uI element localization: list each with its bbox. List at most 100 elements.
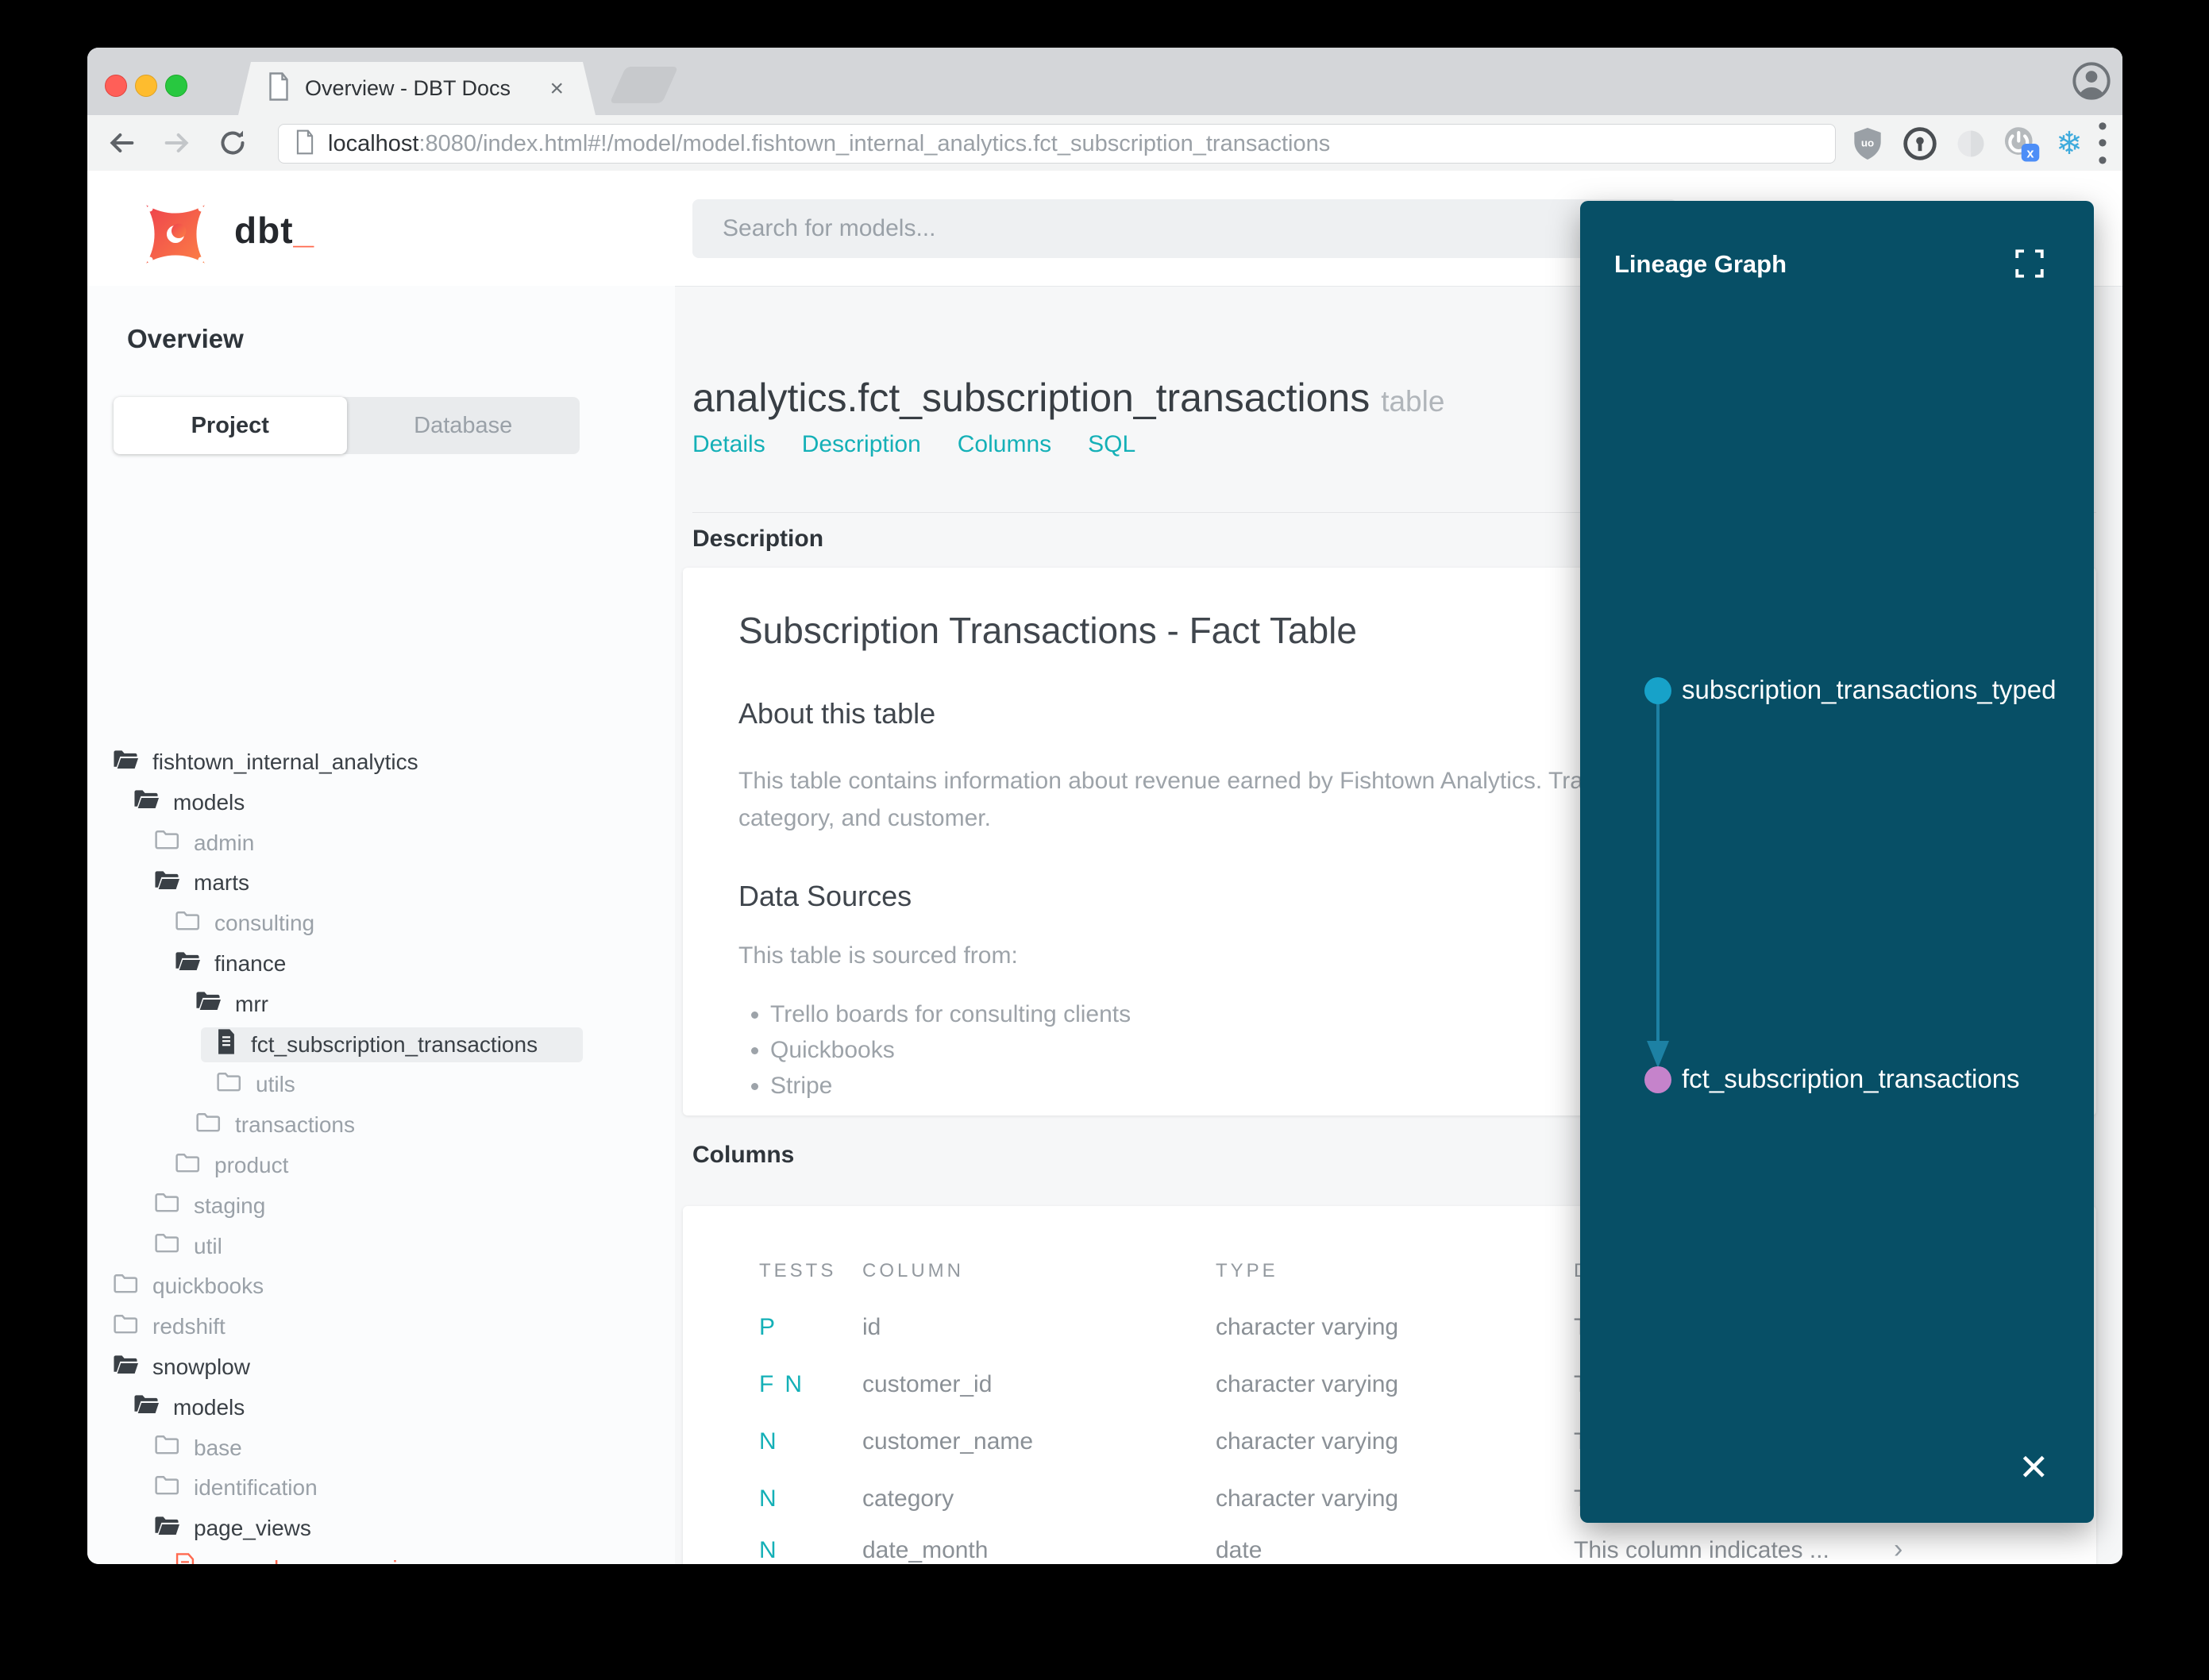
search-input[interactable] (721, 214, 1648, 243)
column-header-type: TYPE (1216, 1260, 1278, 1281)
nav-link-sql[interactable]: SQL (1088, 431, 1135, 458)
fullscreen-expand-icon[interactable] (2013, 247, 2046, 280)
tree-item-label: fct_subscription_transactions (251, 1031, 538, 1057)
tree-item-transactions[interactable]: transactions (194, 1108, 355, 1142)
tree-item-base[interactable]: base (152, 1431, 242, 1466)
lineage-node-dot-fct_subscription_transactions[interactable] (1644, 1066, 1671, 1093)
tree-item-quickbooks[interactable]: quickbooks (111, 1269, 264, 1304)
lineage-node-label[interactable]: subscription_transactions_typed (1682, 675, 2056, 705)
tree-item-label: base (194, 1435, 242, 1460)
tree-item-label: admin (194, 830, 255, 855)
tree-item-snowplow_page_views[interactable]: snowplow_page_views (173, 1551, 437, 1564)
back-button-icon[interactable] (102, 123, 141, 163)
tree-item-util[interactable]: util (152, 1229, 222, 1264)
ublock-shield-icon[interactable]: uo (1847, 123, 1888, 164)
window-zoom-button[interactable] (165, 75, 187, 97)
browser-tab[interactable]: Overview - DBT Docs × (238, 62, 596, 115)
file-tree: fishtown_internal_analyticsmodels admin ma… (87, 286, 675, 1564)
tree-item-consulting[interactable]: consulting (173, 906, 314, 941)
nav-link-description[interactable]: Description (802, 431, 921, 458)
profile-icon[interactable] (2071, 60, 2112, 102)
tree-item-label: consulting (214, 911, 315, 936)
folder-closed-icon (173, 1150, 202, 1181)
about-line-1: This table contains information about re… (738, 768, 1609, 794)
reload-button-icon[interactable] (213, 123, 253, 163)
tree-item-label: staging (194, 1193, 266, 1218)
folder-open-icon (111, 1352, 140, 1383)
tree-item-label: models (173, 789, 245, 815)
tree-item-mrr[interactable]: mrr (194, 987, 268, 1022)
browser-toolbar: localhost:8080/index.html#!/model/model.… (87, 113, 2122, 174)
tree-item-page_views[interactable]: page_views (152, 1511, 311, 1546)
description-section-label: Description (692, 526, 824, 552)
folder-closed-icon (111, 1312, 140, 1343)
dbt-logo-icon (146, 205, 205, 264)
expand-row-chevron-icon[interactable]: › (1894, 1534, 1903, 1564)
tree-item-staging[interactable]: staging (152, 1189, 265, 1223)
tree-item-admin[interactable]: admin (152, 826, 254, 861)
tree-item-label: snowplow_page_views (210, 1556, 437, 1564)
cell-tests-category: N (759, 1485, 788, 1512)
folder-closed-icon (111, 1271, 140, 1302)
browser-window: Overview - DBT Docs × localhost:8080/ind… (87, 48, 2122, 1564)
url-bar[interactable]: localhost:8080/index.html#!/model/model.… (278, 124, 1836, 164)
cell-description-date_month[interactable]: This column indicates ... (1574, 1537, 1829, 1564)
test-badge-N: N (759, 1485, 777, 1512)
folder-closed-icon (152, 1432, 181, 1463)
folder-open-icon (152, 868, 181, 899)
browser-tab-strip: Overview - DBT Docs × (87, 48, 2122, 115)
folder-closed-icon (152, 1473, 181, 1504)
cell-column-name-category: category (862, 1485, 954, 1512)
tree-item-finance[interactable]: finance (173, 946, 286, 981)
tree-item-fct_subscription_transactions (selected)[interactable]: fct_subscription_transactions (201, 1027, 583, 1062)
tree-item-label: page_views (194, 1516, 311, 1541)
folder-open-icon (173, 949, 202, 980)
tree-item-label: utils (256, 1072, 295, 1097)
nav-link-details[interactable]: Details (692, 431, 765, 458)
nav-link-columns[interactable]: Columns (958, 431, 1051, 458)
cell-tests-customer_id: FN (759, 1371, 813, 1398)
url-text: localhost:8080/index.html#!/model/model.… (328, 131, 1330, 157)
folder-closed-icon (152, 827, 181, 858)
tree-item-utils[interactable]: utils (214, 1067, 295, 1102)
folder-open-icon (132, 1392, 160, 1423)
tree-item-models[interactable]: models (132, 1390, 245, 1425)
cell-column-name-id: id (862, 1314, 881, 1340)
column-header-tests: TESTS (759, 1260, 837, 1281)
data-source-item: Stripe (770, 1068, 1131, 1104)
tree-item-marts[interactable]: marts (152, 865, 249, 900)
tree-item-label: redshift (152, 1314, 226, 1339)
window-minimize-button[interactable] (135, 75, 157, 97)
cell-tests-id: P (759, 1314, 786, 1341)
window-close-button[interactable] (105, 75, 127, 97)
dbt-logo-cursor: _ (293, 210, 315, 251)
tree-item-fishtown_internal_analytics[interactable]: fishtown_internal_analytics (111, 745, 418, 780)
dbt-logo[interactable]: dbt_ (139, 198, 314, 271)
tree-item-product[interactable]: product (173, 1148, 288, 1183)
tree-item-redshift[interactable]: redshift (111, 1309, 226, 1344)
tree-item-label: fishtown_internal_analytics (152, 749, 418, 774)
disabled-extension-icon[interactable] (1950, 123, 1991, 164)
onepassword-icon[interactable] (1899, 123, 1941, 164)
browser-menu-icon[interactable]: • • • (2082, 113, 2122, 173)
new-tab-button[interactable] (609, 67, 679, 103)
tree-item-snowplow[interactable]: snowplow (111, 1350, 250, 1385)
tree-item-identification[interactable]: identification (152, 1470, 318, 1505)
folder-open-icon (111, 747, 140, 778)
data-source-item: Trello boards for consulting clients (770, 996, 1131, 1032)
tab-favicon-document-icon (267, 72, 291, 105)
tree-item-label: identification (194, 1475, 318, 1501)
lineage-close-icon[interactable]: ✕ (2018, 1446, 2049, 1489)
tab-close-icon[interactable]: × (549, 77, 564, 101)
tree-item-label: models (173, 1394, 245, 1420)
cell-tests-customer_name: N (759, 1428, 788, 1455)
power-extension-icon[interactable]: x (1999, 123, 2041, 164)
lineage-node-label[interactable]: fct_subscription_transactions (1682, 1064, 2020, 1094)
forward-button-icon[interactable] (157, 123, 197, 163)
lineage-node-dot-subscription_transactions_typed[interactable] (1644, 677, 1671, 704)
tree-item-models[interactable]: models (132, 785, 245, 820)
page-document-icon (295, 129, 315, 159)
cell-type-date_month: date (1216, 1537, 1263, 1563)
folder-closed-icon (194, 1110, 222, 1141)
columns-section-label: Columns (692, 1142, 795, 1168)
